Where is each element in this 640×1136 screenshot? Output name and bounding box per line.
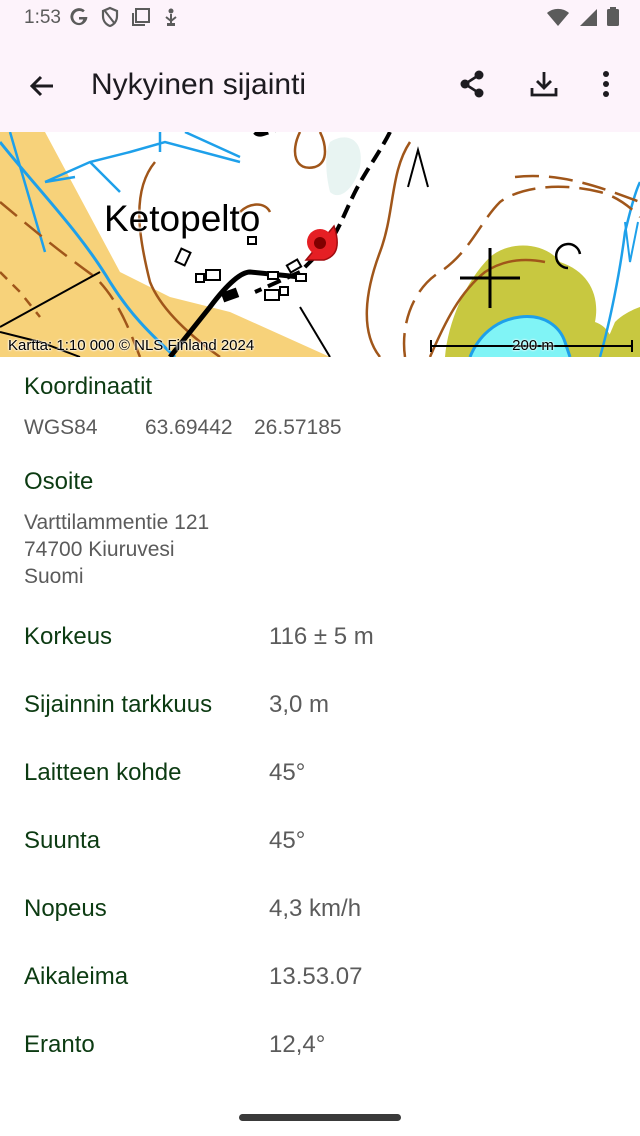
map-place-label: Ketopelto (104, 198, 261, 239)
accuracy-value: 3,0 m (269, 691, 330, 718)
download-button[interactable] (524, 64, 564, 104)
altitude-value: 116 ± 5 m (269, 623, 374, 650)
direction-value: 45° (269, 827, 306, 854)
timestamp-label: Aikaleima (24, 963, 129, 990)
declination-value: 12,4° (269, 1031, 326, 1058)
home-indicator[interactable] (239, 1114, 401, 1121)
map-scale-label: 200 m (512, 337, 554, 354)
coordinates-title: Koordinaatit (24, 373, 153, 400)
more-vert-icon (603, 71, 609, 97)
speed-value: 4,3 km/h (269, 895, 362, 922)
signal-icon (580, 9, 597, 26)
wifi-icon (547, 8, 569, 26)
address-line: Suomi (24, 565, 84, 588)
address-line: Varttilammentie 121 (24, 511, 210, 534)
app-bar: Nykyinen sijainti (0, 36, 640, 132)
altitude-label: Korkeus (24, 623, 113, 650)
map-view[interactable]: Ketopelto Kartta: 1:10 000 © NLS Finland… (0, 132, 640, 357)
map-attribution: Kartta: 1:10 000 © NLS Finland 2024 (8, 337, 255, 354)
coordinate-latitude[interactable]: 63.69442 (145, 416, 233, 440)
google-icon (70, 8, 88, 26)
address-title: Osoite (24, 468, 94, 495)
share-icon (460, 70, 484, 98)
more-options-button[interactable] (588, 64, 624, 104)
back-button[interactable] (22, 66, 62, 106)
device-heading-value: 45° (269, 759, 306, 786)
shield-icon (101, 6, 119, 28)
device-heading-label: Laitteen kohde (24, 759, 182, 786)
timestamp-value: 13.53.07 (269, 963, 363, 990)
accuracy-label: Sijainnin tarkkuus (24, 691, 213, 718)
screen-icon (132, 8, 150, 26)
address-line: 74700 Kiuruvesi (24, 538, 175, 561)
location-marker (304, 224, 338, 261)
status-bar: 1:53 (0, 0, 640, 36)
status-time: 1:53 (24, 7, 61, 28)
direction-label: Suunta (24, 827, 101, 854)
declination-label: Eranto (24, 1031, 95, 1058)
status-icons-right (546, 6, 620, 28)
map-canvas (0, 132, 640, 357)
speed-label: Nopeus (24, 895, 107, 922)
share-button[interactable] (452, 64, 492, 104)
coordinate-longitude[interactable]: 26.57185 (254, 416, 342, 440)
coordinate-system: WGS84 (24, 416, 98, 439)
battery-icon (607, 7, 619, 26)
usb-debug-icon (165, 8, 177, 26)
arrow-back-icon (29, 75, 53, 97)
download-icon (530, 72, 558, 97)
status-icons-left (68, 6, 180, 28)
page-title: Nykyinen sijainti (91, 68, 307, 101)
